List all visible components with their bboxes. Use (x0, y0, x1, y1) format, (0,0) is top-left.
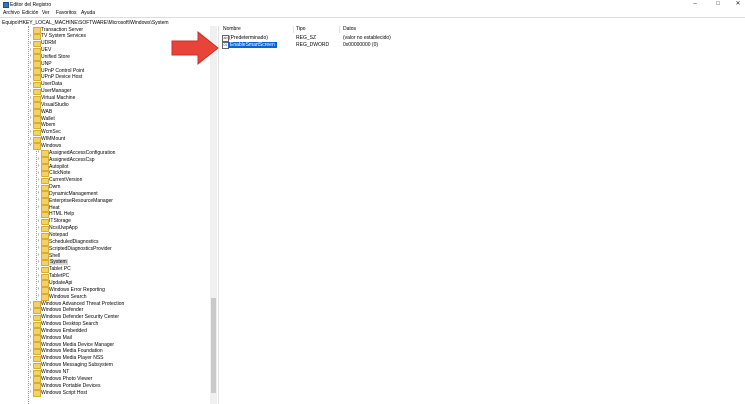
tree-node-label[interactable]: Windows Media Foundation (41, 348, 103, 354)
tree-node-label[interactable]: Wbem (41, 122, 55, 128)
tree-node-label[interactable]: Windows Portable Devices (41, 383, 100, 389)
tree-node-label[interactable]: Windows Desktop Search (41, 321, 98, 327)
tree-node-label[interactable]: Tablet PC (49, 266, 71, 272)
tree-node-label[interactable]: System (49, 259, 68, 266)
menu-ayuda[interactable]: Ayuda (81, 10, 95, 16)
column-header-type[interactable]: Tipo (296, 26, 306, 33)
tree-node-label[interactable]: Windows Media Player NSS (41, 355, 104, 361)
tree-node-label[interactable]: ScriptedDiagnosticsProvider (49, 246, 112, 252)
tree-node-label[interactable]: ClickNote (49, 170, 70, 176)
tree-node-label[interactable]: EnterpriseResourceManager (49, 198, 113, 204)
close-icon[interactable]: ✕ (728, 0, 745, 9)
registry-tree[interactable]: Transaction Server › TV System Services › UD… (0, 26, 218, 404)
tree-node-label[interactable]: UEV (41, 47, 51, 53)
values-list[interactable]: Nombre Tipo Datos ab (Predeterminado) RE… (219, 26, 745, 404)
menu-edicion[interactable]: Edición (22, 10, 38, 16)
tree-node-label[interactable]: Windows NT (41, 369, 69, 375)
tree-node-label[interactable]: Windows Photo Viewer (41, 376, 92, 382)
tree-node-label[interactable]: Dwm (49, 184, 60, 190)
tree-node-label[interactable]: Notepad (49, 232, 68, 238)
window-title: Editor del Registro (10, 1, 52, 8)
tree-node-label[interactable]: TabletPC (49, 273, 69, 279)
tree-node-label[interactable]: UPnP Device Host (41, 74, 82, 80)
tree-node-label[interactable]: Transaction Server (41, 27, 83, 33)
tree-node-label[interactable]: Autopilot (49, 164, 68, 170)
address-path[interactable]: Equipo\HKEY_LOCAL_MACHINE\SOFTWARE\Micro… (2, 20, 169, 26)
tree-node-label[interactable]: Windows Script Host (41, 390, 87, 396)
tree-node-label[interactable]: AssignedAccessCsp (49, 157, 95, 163)
value-data: 0x00000000 (0) (343, 41, 379, 48)
title-bar: Editor del Registro – □ ✕ (0, 0, 745, 9)
tree-node-label[interactable]: Windows Error Reporting (49, 287, 105, 293)
column-header-data[interactable]: Datos (343, 26, 356, 33)
tree-node-label[interactable]: UPnP Control Point (41, 68, 84, 74)
tree-node-label[interactable]: Windows Media Device Manager (41, 342, 114, 348)
column-header-name[interactable]: Nombre (223, 26, 241, 33)
value-type: REG_SZ (296, 34, 317, 41)
tree-node-label[interactable]: CurrentVersion (49, 177, 82, 183)
menu-archivo[interactable]: Archivo (3, 10, 20, 16)
tree-node-label[interactable]: Windows Defender (41, 307, 83, 313)
value-row-default[interactable]: ab (Predeterminado) REG_SZ (valor no est… (219, 34, 745, 42)
tree-node-label[interactable]: NcsiUwpApp (49, 225, 78, 231)
tree-node[interactable]: › Windows Script Host (0, 389, 210, 397)
tree-node-label[interactable]: Windows Embedded (41, 328, 87, 334)
value-row-enablesmartscreen[interactable]: 01 EnableSmartScreen REG_DWORD 0x0000000… (219, 41, 745, 49)
tree-node-label[interactable]: DynamicManagement (49, 191, 98, 197)
tree-node-label[interactable]: Shell (49, 253, 60, 259)
tree-node-label[interactable]: Windows Messaging Subsystem (41, 362, 113, 368)
tree-node-label[interactable]: Windows (41, 143, 61, 149)
tree-node-label[interactable]: WIMMount (41, 136, 65, 142)
value-name-selected[interactable]: EnableSmartScreen (228, 41, 277, 48)
tree-node-label[interactable]: Windows Advanced Threat Protection (41, 301, 124, 307)
tree-node-label[interactable]: Windows Defender Security Center (41, 314, 119, 320)
tree-node-label[interactable]: Heat (49, 205, 60, 211)
regedit-app-icon (3, 2, 9, 8)
tree-node-label[interactable]: ITStorage (49, 218, 71, 224)
tree-node-label[interactable]: VisualStudio (41, 102, 69, 108)
menu-ver[interactable]: Ver (42, 10, 50, 16)
tree-node-label[interactable]: Windows Mail (41, 335, 72, 341)
tree-node-label[interactable]: Virtual Machine (41, 95, 75, 101)
tree-node-label[interactable]: UserData (41, 81, 62, 87)
folder-icon (33, 390, 41, 397)
value-name: (Predeterminado) (229, 34, 268, 41)
menu-favoritos[interactable]: Favoritos (56, 10, 77, 16)
menu-bar: Archivo Edición Ver Favoritos Ayuda (0, 9, 745, 17)
tree-node-label[interactable]: HTML Help (49, 211, 74, 217)
value-data: (valor no establecido) (343, 34, 391, 41)
tree-node-label[interactable]: ScheduledDiagnostics (49, 239, 98, 245)
value-type: REG_DWORD (296, 41, 330, 48)
tree-node-label[interactable]: WcmSvc (41, 129, 61, 135)
tree-node-label[interactable]: UNP (41, 61, 52, 67)
maximize-icon[interactable]: □ (708, 0, 728, 9)
tree-node-label[interactable]: AssignedAccessConfiguration (49, 150, 115, 156)
tree-node-label[interactable]: UpdateApi (49, 280, 72, 286)
tree-node-label[interactable]: UserManager (41, 88, 71, 94)
red-arrow-annotation (171, 30, 219, 66)
tree-node-label[interactable]: Windows Search (49, 294, 87, 300)
tree-node-label[interactable]: WAB (41, 109, 52, 115)
tree-scrollbar-thumb[interactable] (211, 298, 216, 393)
tree-node-label[interactable]: UDRM (41, 40, 56, 46)
minimize-icon[interactable]: – (685, 0, 705, 9)
tree-node-label[interactable]: Unified Store (41, 54, 70, 60)
tree-node-label[interactable]: TV System Services (41, 33, 86, 39)
tree-node-label[interactable]: Wallet (41, 116, 55, 122)
